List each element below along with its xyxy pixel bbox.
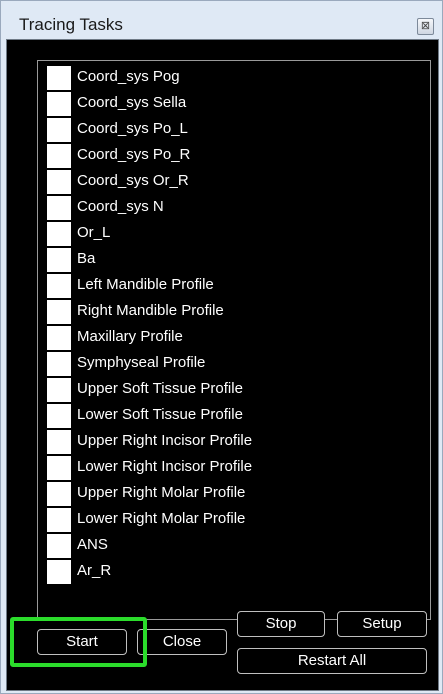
task-label: Left Mandible Profile (77, 276, 214, 293)
list-item[interactable]: Coord_sys Or_R (42, 169, 422, 194)
task-checkbox[interactable] (47, 404, 71, 428)
task-checkbox[interactable] (47, 482, 71, 506)
task-checkbox[interactable] (47, 274, 71, 298)
list-item[interactable]: Or_L (42, 221, 422, 246)
list-item[interactable]: Upper Right Molar Profile (42, 481, 422, 506)
list-item[interactable]: Lower Right Molar Profile (42, 507, 422, 532)
list-item[interactable]: Left Mandible Profile (42, 273, 422, 298)
task-label: Symphyseal Profile (77, 354, 206, 371)
start-button-highlight (10, 617, 147, 667)
tracing-panel: Coord_sys Pog Coord_sys Sella Coord_sys … (6, 39, 439, 691)
task-label: Upper Right Incisor Profile (77, 432, 253, 449)
task-checkbox[interactable] (47, 170, 71, 194)
task-label: Or_L (77, 224, 111, 241)
setup-button[interactable]: Setup (337, 611, 427, 637)
list-item[interactable]: Lower Soft Tissue Profile (42, 403, 422, 428)
list-item[interactable]: Coord_sys Sella (42, 91, 422, 116)
task-label: Maxillary Profile (77, 328, 183, 345)
task-checkbox[interactable] (47, 92, 71, 116)
task-label: Coord_sys Sella (77, 94, 187, 111)
task-checkbox[interactable] (47, 66, 71, 90)
task-checkbox[interactable] (47, 196, 71, 220)
task-label: Upper Right Molar Profile (77, 484, 246, 501)
title-bar[interactable]: Tracing Tasks ⊠ (1, 1, 442, 39)
list-item[interactable]: Ar_R (42, 559, 422, 584)
task-label: Upper Soft Tissue Profile (77, 380, 243, 397)
window-title: Tracing Tasks (19, 15, 123, 34)
task-checkbox[interactable] (47, 118, 71, 142)
list-item[interactable]: Ba (42, 247, 422, 272)
task-checkbox[interactable] (47, 300, 71, 324)
list-item[interactable]: Coord_sys N (42, 195, 422, 220)
task-label: Coord_sys Pog (77, 68, 180, 85)
list-item[interactable]: Upper Right Incisor Profile (42, 429, 422, 454)
task-label: ANS (77, 536, 108, 553)
stop-button[interactable]: Stop (237, 611, 325, 637)
list-item[interactable]: Symphyseal Profile (42, 351, 422, 376)
task-label: Coord_sys Po_R (77, 146, 191, 163)
close-window-icon[interactable]: ⊠ (417, 18, 434, 35)
task-checkbox[interactable] (47, 248, 71, 272)
list-item[interactable]: Maxillary Profile (42, 325, 422, 350)
task-checkbox[interactable] (47, 378, 71, 402)
task-label: Coord_sys Po_L (77, 120, 188, 137)
task-label: Lower Right Incisor Profile (77, 458, 253, 475)
list-item[interactable]: Coord_sys Po_R (42, 143, 422, 168)
task-list[interactable]: Coord_sys Pog Coord_sys Sella Coord_sys … (37, 60, 431, 620)
task-checkbox[interactable] (47, 430, 71, 454)
task-checkbox[interactable] (47, 560, 71, 584)
restart-all-button[interactable]: Restart All (237, 648, 427, 674)
task-checkbox[interactable] (47, 352, 71, 376)
list-item[interactable]: Right Mandible Profile (42, 299, 422, 324)
task-label: Coord_sys Or_R (77, 172, 189, 189)
list-item[interactable]: Coord_sys Pog (42, 65, 422, 90)
list-item[interactable]: Lower Right Incisor Profile (42, 455, 422, 480)
task-label: Coord_sys N (77, 198, 164, 215)
task-label: Ba (77, 250, 96, 267)
tracing-tasks-window: Tracing Tasks ⊠ Coord_sys Pog Coord_sys … (0, 0, 443, 694)
task-checkbox[interactable] (47, 534, 71, 558)
list-item[interactable]: Upper Soft Tissue Profile (42, 377, 422, 402)
task-label: Lower Right Molar Profile (77, 510, 246, 527)
close-button[interactable]: Close (137, 629, 227, 655)
task-checkbox[interactable] (47, 144, 71, 168)
task-checkbox[interactable] (47, 508, 71, 532)
task-label: Right Mandible Profile (77, 302, 224, 319)
task-checkbox[interactable] (47, 326, 71, 350)
list-item[interactable]: Coord_sys Po_L (42, 117, 422, 142)
task-checkbox[interactable] (47, 456, 71, 480)
list-item[interactable]: ANS (42, 533, 422, 558)
task-checkbox[interactable] (47, 222, 71, 246)
task-label: Lower Soft Tissue Profile (77, 406, 243, 423)
task-label: Ar_R (77, 562, 112, 579)
